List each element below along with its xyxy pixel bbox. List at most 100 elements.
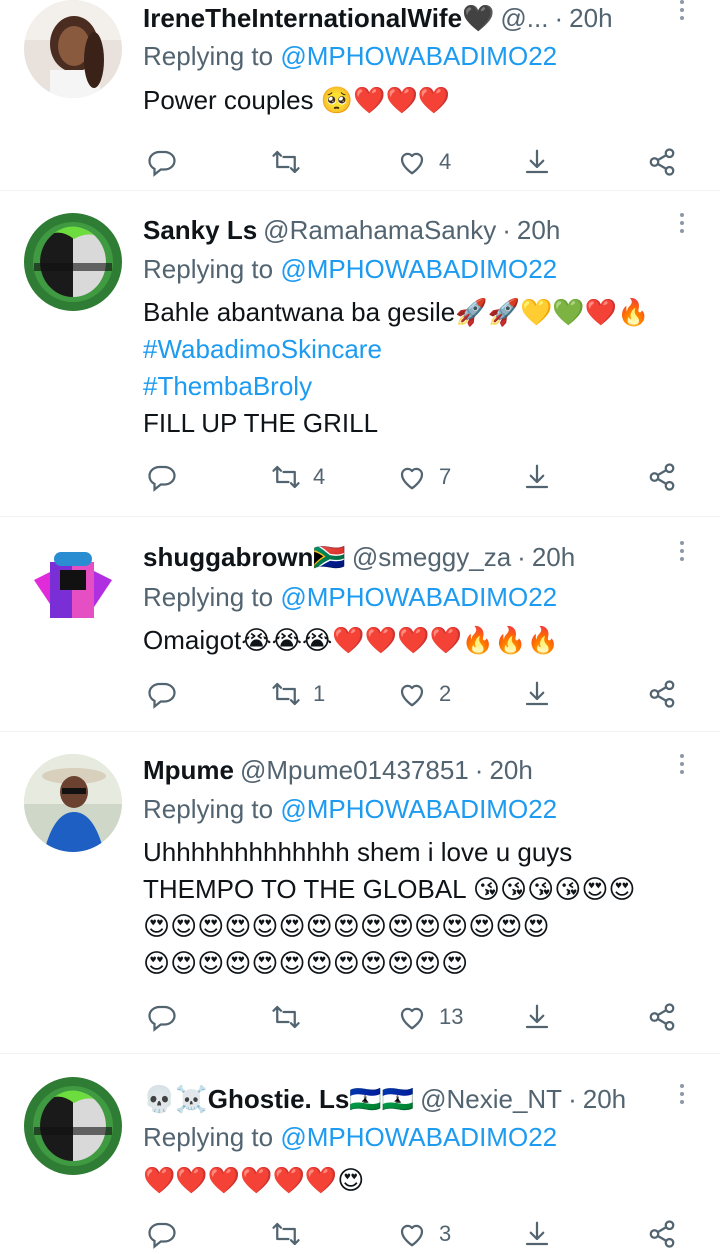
user-handle[interactable]: @smeggy_za — [352, 539, 511, 575]
bookmark-button[interactable] — [522, 1214, 552, 1254]
share-button[interactable] — [647, 1214, 677, 1254]
timestamp[interactable]: 20h — [583, 1081, 626, 1117]
like-count: 13 — [439, 1004, 464, 1029]
more-options-icon[interactable] — [678, 0, 686, 24]
user-handle[interactable]: @RamahamaSanky — [263, 212, 496, 248]
timestamp[interactable]: 20h — [532, 539, 575, 575]
replying-to: Replying to @MPHOWABADIMO22 — [143, 579, 557, 615]
replying-to: Replying to @MPHOWABADIMO22 — [143, 1119, 557, 1155]
reply-icon — [148, 1222, 176, 1249]
more-options-icon[interactable] — [678, 1084, 686, 1108]
more-options-icon[interactable] — [678, 541, 686, 565]
bookmark-button[interactable] — [522, 457, 552, 497]
replying-to-label: Replying to — [143, 254, 274, 284]
retweet-button[interactable]: 1 — [271, 674, 325, 714]
bookmark-download-icon — [525, 1004, 549, 1029]
tweet[interactable]: Mpume @Mpume01437851 · 20h Replying to @… — [0, 732, 720, 1054]
separator-dot: · — [502, 215, 511, 245]
retweet-button[interactable] — [271, 1214, 313, 1254]
like-button[interactable]: 7 — [397, 457, 451, 497]
like-button[interactable]: 13 — [397, 997, 463, 1037]
tweet[interactable]: Sanky Ls @RamahamaSanky · 20h Replying t… — [0, 191, 720, 517]
hashtag-link[interactable]: #ThembaBroly — [143, 368, 312, 404]
replying-to-link[interactable]: @MPHOWABADIMO22 — [280, 794, 557, 824]
hashtag-link[interactable]: #WabadimoSkincare — [143, 331, 382, 367]
user-handle[interactable]: @... — [500, 0, 548, 36]
replying-to-link[interactable]: @MPHOWABADIMO22 — [280, 1122, 557, 1152]
timestamp[interactable]: 20h — [569, 0, 612, 36]
user-handle[interactable]: @Nexie_NT — [420, 1081, 562, 1117]
replying-to-link[interactable]: @MPHOWABADIMO22 — [280, 41, 557, 71]
like-icon — [400, 1007, 424, 1030]
display-name[interactable]: Mpume — [143, 752, 234, 788]
user-handle[interactable]: @Mpume01437851 — [240, 752, 469, 788]
share-button[interactable] — [647, 997, 677, 1037]
reply-icon — [148, 1005, 176, 1032]
action-bar: 1 2 — [143, 674, 700, 714]
reply-button[interactable] — [147, 457, 189, 497]
separator-dot: · — [554, 3, 564, 33]
more-options-icon[interactable] — [678, 213, 686, 237]
tweet[interactable]: 💀☠️Ghostie. Ls🇱🇸🇱🇸 @Nexie_NT · 20h Reply… — [0, 1054, 720, 1249]
share-icon — [649, 148, 675, 176]
tweet-text-line: Bahle abantwana ba gesile🚀🚀💛💚❤️🔥 — [143, 297, 650, 327]
action-bar: 4 7 — [143, 457, 700, 497]
tweet-text-line: Uhhhhhhhhhhhhh shem i love u guys — [143, 837, 573, 867]
retweet-button[interactable]: 4 — [271, 457, 325, 497]
timestamp[interactable]: 20h — [517, 212, 560, 248]
retweet-button[interactable] — [271, 142, 313, 182]
reply-button[interactable] — [147, 674, 189, 714]
tweet-text-line: Omaigot😭😭😭❤️❤️❤️❤️🔥🔥🔥 — [143, 625, 560, 655]
share-button[interactable] — [647, 457, 677, 497]
share-icon — [649, 1220, 675, 1248]
bookmark-download-icon — [525, 149, 549, 174]
tweet-text-line: THEMPO TO THE GLOBAL 😘😘😘😘😍😍 — [143, 874, 636, 904]
like-button[interactable]: 3 — [397, 1214, 451, 1254]
replying-to: Replying to @MPHOWABADIMO22 — [143, 38, 557, 74]
retweet-icon — [272, 1005, 300, 1029]
replying-to-link[interactable]: @MPHOWABADIMO22 — [280, 254, 557, 284]
display-name[interactable]: Sanky Ls — [143, 212, 257, 248]
replying-to: Replying to @MPHOWABADIMO22 — [143, 251, 557, 287]
like-button[interactable]: 4 — [397, 142, 451, 182]
replying-to-link[interactable]: @MPHOWABADIMO22 — [280, 582, 557, 612]
replying-to-label: Replying to — [143, 41, 274, 71]
bookmark-button[interactable] — [522, 142, 552, 182]
like-icon — [400, 467, 424, 490]
share-icon — [649, 680, 675, 708]
bookmark-button[interactable] — [522, 674, 552, 714]
like-count: 7 — [439, 464, 452, 489]
tweet-text-line: ❤️❤️❤️❤️❤️❤️😍 — [143, 1165, 365, 1195]
share-button[interactable] — [647, 142, 677, 182]
share-icon — [649, 463, 675, 491]
avatar[interactable] — [24, 754, 122, 852]
reply-icon — [148, 150, 176, 177]
tweet[interactable]: shuggabrown🇿🇦 @smeggy_za · 20h Replying … — [0, 517, 720, 732]
retweet-icon — [272, 465, 300, 489]
retweet-button[interactable] — [271, 997, 313, 1037]
timestamp[interactable]: 20h — [489, 752, 532, 788]
display-name[interactable]: shuggabrown🇿🇦 — [143, 539, 346, 575]
reply-button[interactable] — [147, 142, 189, 182]
avatar[interactable] — [24, 0, 122, 98]
display-name[interactable]: 💀☠️Ghostie. Ls🇱🇸🇱🇸 — [143, 1081, 414, 1117]
avatar[interactable] — [24, 213, 122, 311]
reply-button[interactable] — [147, 997, 189, 1037]
avatar[interactable] — [24, 540, 122, 638]
like-button[interactable]: 2 — [397, 674, 451, 714]
reply-button[interactable] — [147, 1214, 189, 1254]
tweet[interactable]: IreneTheInternationalWife🖤 @... · 20h Re… — [0, 0, 720, 191]
share-icon — [649, 1003, 675, 1031]
retweet-count: 1 — [313, 681, 326, 706]
reply-icon — [148, 465, 176, 492]
share-button[interactable] — [647, 674, 677, 714]
bookmark-download-icon — [525, 681, 549, 706]
bookmark-download-icon — [525, 1221, 549, 1246]
bookmark-download-icon — [525, 464, 549, 489]
tweet-text-line: 😍😍😍😍😍😍😍😍😍😍😍😍 — [143, 948, 469, 978]
bookmark-button[interactable] — [522, 997, 552, 1037]
more-options-icon[interactable] — [678, 754, 686, 778]
avatar[interactable] — [24, 1077, 122, 1175]
retweet-icon — [272, 682, 300, 706]
display-name[interactable]: IreneTheInternationalWife🖤 — [143, 0, 494, 36]
